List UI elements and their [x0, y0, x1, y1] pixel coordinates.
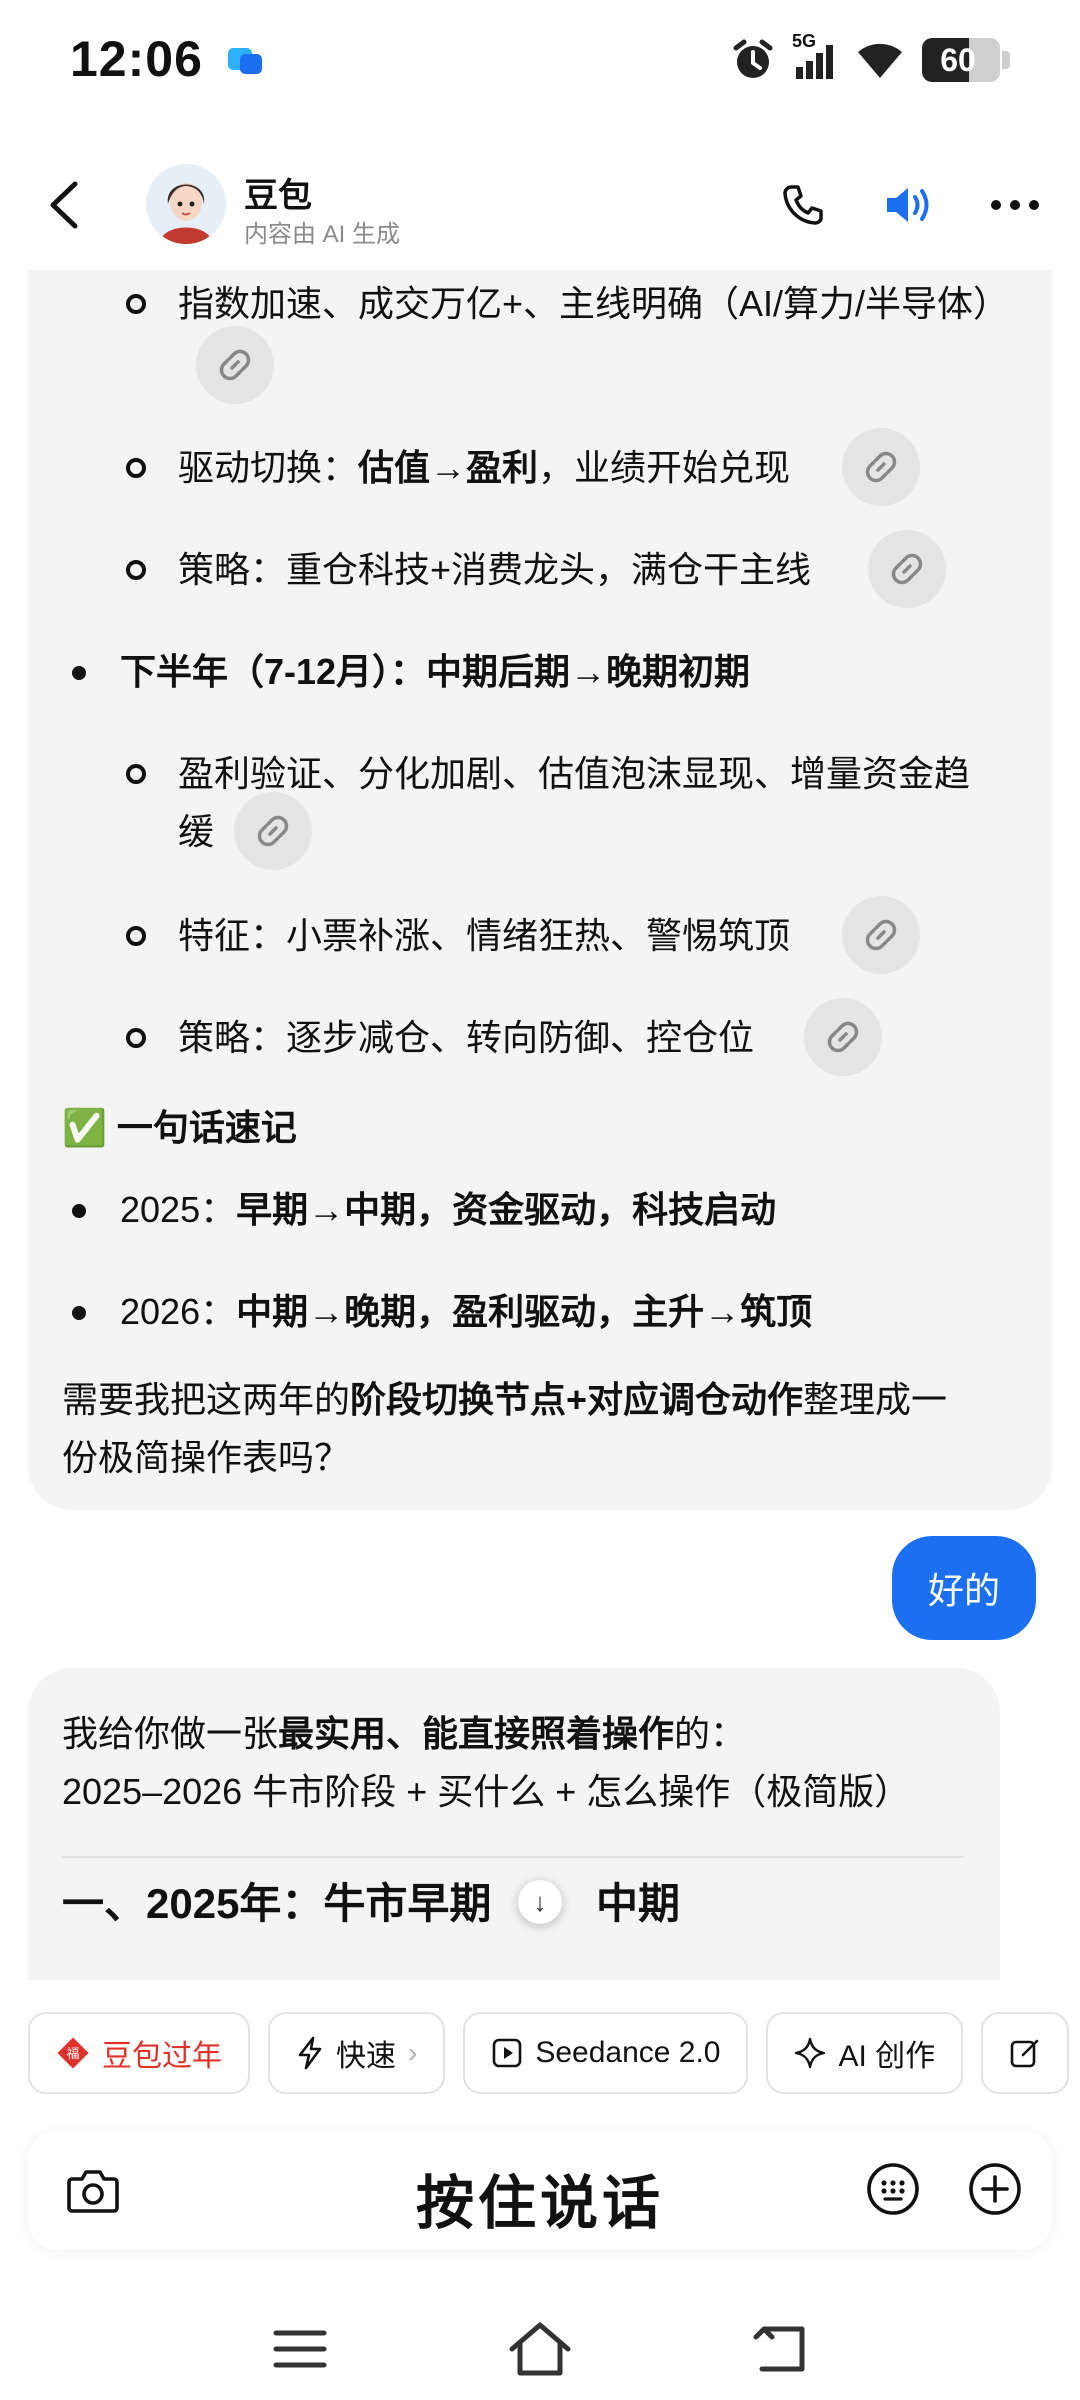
- link-icon: [891, 553, 923, 585]
- user-message: 好的: [891, 1536, 1036, 1640]
- back-arrow-icon: [50, 181, 78, 229]
- bullet-text: 盈利验证、分化加剧、估值泡沫显现、增量资金趋: [178, 753, 971, 794]
- battery-tip: [1002, 51, 1010, 69]
- lucky-icon: 福: [57, 2037, 89, 2069]
- bullet-text: 指数加速、成交万亿+、主线明确（AI/算力/半导体）: [178, 283, 1010, 324]
- speaker-button[interactable]: [874, 170, 944, 240]
- reference-link-button[interactable]: [842, 428, 920, 506]
- reference-link-button[interactable]: [868, 530, 946, 608]
- bot-intro-cont: 2025–2026 牛市阶段 + 买什么 + 怎么操作（极简版）: [62, 1771, 911, 1812]
- phone-icon: [783, 185, 823, 225]
- nav-back-button[interactable]: [740, 2314, 820, 2384]
- check-mark-icon: ✅: [62, 1107, 107, 1148]
- summary-item: 2026：中期→晚期，盈利驱动，主升→筑顶: [120, 1291, 813, 1332]
- notification-app-icon: [226, 44, 264, 78]
- chat-header: 豆包 内容由 AI 生成: [0, 140, 1080, 270]
- bullet-hollow: [126, 560, 146, 580]
- closing-question-cont: 份极简操作表吗？: [62, 1437, 351, 1478]
- input-bar: 按住说话: [28, 2130, 1052, 2250]
- menu-icon: [273, 2330, 327, 2368]
- status-bar: 12:06 5G 60: [0, 0, 1080, 120]
- arrow-down-icon: ↓: [533, 1886, 547, 1917]
- input-actions: [860, 2156, 1028, 2222]
- more-dots-icon: [991, 200, 1039, 210]
- chip-label: AI 创作: [838, 2040, 936, 2073]
- link-icon: [257, 815, 289, 847]
- bullet-text-cont: 缓: [178, 811, 215, 852]
- divider: [62, 1856, 964, 1858]
- section-title: 一、2025年：牛市早期: [62, 1880, 492, 1927]
- ai-disclaimer: 内容由 AI 生成: [244, 221, 401, 248]
- link-icon: [865, 919, 897, 951]
- chat-area[interactable]: 指数加速、成交万亿+、主线明确（AI/算力/半导体） 驱动切换：估值→盈利，业绩…: [0, 270, 1080, 1980]
- bullet-hollow: [126, 458, 146, 478]
- chip-edit[interactable]: [981, 2012, 1070, 2094]
- nav-menu-button[interactable]: [260, 2314, 340, 2384]
- wifi-icon: [854, 38, 906, 82]
- battery-indicator: 60: [922, 38, 1000, 82]
- chip-label: Seedance 2.0: [535, 2036, 721, 2069]
- add-attachment-button[interactable]: [962, 2156, 1028, 2222]
- system-nav-bar: [0, 2300, 1080, 2400]
- video-play-icon: [493, 2038, 522, 2068]
- bullet-text: 策略：重仓科技+消费龙头，满仓干主线: [178, 549, 812, 590]
- summary-heading: ✅ 一句话速记: [62, 1107, 297, 1148]
- chip-label: 豆包过年: [102, 2040, 222, 2073]
- keyboard-icon: [867, 2163, 919, 2215]
- nav-home-button[interactable]: [500, 2314, 580, 2384]
- scroll-to-bottom-button[interactable]: ↓: [518, 1880, 562, 1924]
- back-button[interactable]: [30, 170, 100, 240]
- battery-level: 60: [940, 41, 976, 78]
- chip-fast-mode[interactable]: 快速 ›: [268, 2012, 446, 2094]
- svg-text:福: 福: [66, 2047, 79, 2062]
- chip-ai-create[interactable]: AI 创作: [766, 2012, 964, 2094]
- summary-item: 2025：早期→中期，资金驱动，科技启动: [120, 1189, 777, 1230]
- reference-link-button[interactable]: [804, 998, 882, 1076]
- edit-icon: [1010, 2039, 1039, 2068]
- link-icon: [219, 349, 251, 381]
- bullet-text: 特征：小票补涨、情绪狂热、警惕筑顶: [178, 915, 791, 956]
- alarm-icon: [730, 37, 776, 83]
- bullet-hollow: [126, 926, 146, 946]
- avatar[interactable]: [146, 164, 226, 244]
- home-icon: [509, 2322, 571, 2376]
- plus-circle-icon: [969, 2163, 1021, 2215]
- bullet-solid: [72, 1204, 86, 1218]
- bullet-solid: [72, 666, 86, 680]
- keyboard-button[interactable]: [860, 2156, 926, 2222]
- closing-question: 需要我把这两年的阶段切换节点+对应调仓动作整理成一: [62, 1379, 948, 1420]
- phone-call-button[interactable]: [768, 170, 838, 240]
- chip-doubao-new-year[interactable]: 福 豆包过年: [28, 2012, 250, 2094]
- reference-link-button[interactable]: [842, 896, 920, 974]
- header-actions: [768, 170, 1050, 240]
- bullet-text: 驱动切换：估值→盈利，业绩开始兑现: [178, 447, 791, 488]
- bullet-hollow: [126, 764, 146, 784]
- network-type: 5G: [792, 31, 817, 51]
- bullet-hollow: [126, 294, 146, 314]
- status-icons: 5G 60: [730, 31, 1010, 86]
- sparkle-icon: [795, 2037, 826, 2069]
- back-nav-icon: [753, 2326, 805, 2372]
- bullet-hollow: [126, 1028, 146, 1048]
- section-title-cont: 中期: [596, 1880, 681, 1927]
- reference-link-button[interactable]: [196, 326, 274, 404]
- link-icon: [865, 451, 897, 483]
- speaker-icon: [887, 188, 929, 222]
- bullet-text: 策略：逐步减仓、转向防御、控仓位: [178, 1017, 755, 1058]
- link-icon: [827, 1021, 859, 1053]
- more-options-button[interactable]: [980, 170, 1050, 240]
- cellular-signal-icon: 5G: [792, 31, 838, 83]
- chip-seedance[interactable]: Seedance 2.0: [463, 2012, 749, 2094]
- bullet-solid: [72, 1306, 86, 1320]
- chip-label: 快速: [336, 2040, 396, 2073]
- quick-action-chips: 福 豆包过年 快速 › Seedance 2.0 AI 创作: [28, 2012, 1080, 2094]
- lightning-icon: [298, 2036, 322, 2070]
- chevron-right-icon: ›: [408, 2037, 418, 2068]
- bot-intro: 我给你做一张最实用、能直接照着操作的：: [62, 1713, 747, 1754]
- reference-link-button[interactable]: [234, 792, 312, 870]
- bot-name: 豆包: [244, 177, 312, 215]
- status-time: 12:06: [70, 31, 203, 87]
- section-heading: 下半年（7-12月）：中期后期→晚期初期: [120, 651, 751, 692]
